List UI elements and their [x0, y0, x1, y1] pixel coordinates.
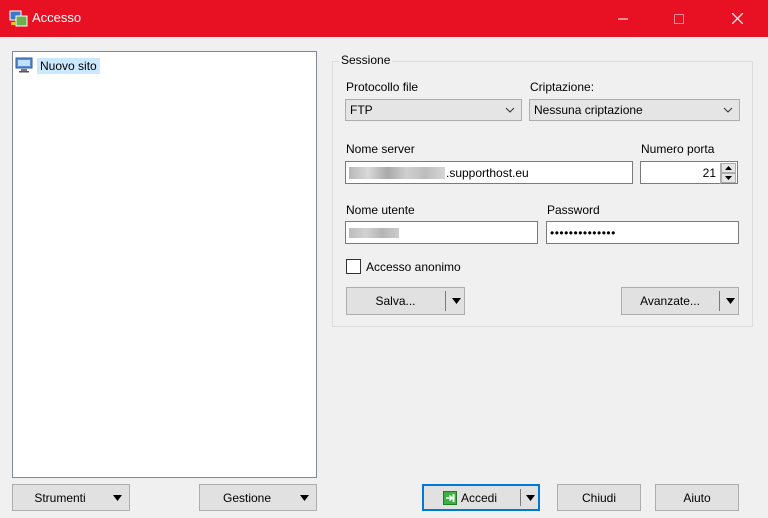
- help-button-label: Aiuto: [683, 490, 711, 505]
- anonymous-checkbox[interactable]: [346, 259, 361, 274]
- login-icon: [442, 490, 457, 505]
- minimize-button[interactable]: [600, 0, 646, 37]
- protocol-label: Protocollo file: [346, 80, 419, 94]
- computer-monitor-icon: [15, 57, 33, 76]
- server-label: Nome server: [346, 142, 415, 156]
- password-input[interactable]: ••••••••••••••: [546, 221, 739, 244]
- advanced-button-label: Avanzate...: [640, 294, 700, 308]
- username-input[interactable]: [345, 221, 538, 244]
- server-input[interactable]: .supporthost.eu: [345, 161, 633, 184]
- caret-down-icon: [109, 485, 125, 510]
- site-tree[interactable]: Nuovo sito: [12, 51, 317, 478]
- encryption-value: Nessuna criptazione: [534, 103, 643, 117]
- caret-down-icon[interactable]: [722, 288, 738, 314]
- tree-item-nuovo-sito[interactable]: Nuovo sito: [15, 57, 100, 75]
- manage-button-label: Gestione: [222, 490, 272, 505]
- protocol-value: FTP: [350, 103, 373, 117]
- login-button[interactable]: Accedi: [422, 484, 540, 511]
- close-button[interactable]: [714, 0, 760, 37]
- manage-button[interactable]: Gestione: [199, 484, 317, 511]
- advanced-button[interactable]: Avanzate...: [621, 287, 739, 315]
- save-button[interactable]: Salva...: [346, 287, 465, 315]
- tools-button[interactable]: Strumenti: [12, 484, 130, 511]
- port-spinner[interactable]: [720, 163, 736, 184]
- save-button-label: Salva...: [375, 294, 416, 308]
- close-icon: [731, 13, 743, 24]
- maximize-button[interactable]: [656, 0, 702, 37]
- tools-button-label: Strumenti: [34, 490, 86, 505]
- title-bar: Accesso: [0, 0, 768, 37]
- winscp-icon: [9, 9, 29, 29]
- spin-up-icon[interactable]: [721, 163, 736, 173]
- close-dialog-button[interactable]: Chiudi: [557, 484, 641, 511]
- encryption-label: Criptazione:: [530, 80, 595, 94]
- protocol-select[interactable]: FTP: [345, 99, 522, 121]
- encryption-select[interactable]: Nessuna criptazione: [529, 99, 740, 121]
- port-label: Numero porta: [641, 142, 715, 156]
- port-value: 21: [702, 165, 716, 180]
- window-title: Accesso: [32, 10, 82, 25]
- close-button-label: Chiudi: [581, 490, 617, 505]
- caret-down-icon[interactable]: [522, 486, 538, 509]
- chevron-down-icon: [723, 107, 733, 113]
- maximize-icon: [674, 13, 684, 24]
- minimize-icon: [618, 18, 628, 19]
- password-label: Password: [547, 203, 600, 217]
- spin-down-icon[interactable]: [721, 173, 736, 183]
- redacted-text: [349, 166, 445, 179]
- help-button[interactable]: Aiuto: [655, 484, 739, 511]
- caret-down-icon[interactable]: [448, 288, 464, 314]
- anonymous-label: Accesso anonimo: [366, 260, 461, 274]
- tree-item-label: Nuovo sito: [37, 58, 100, 74]
- chevron-down-icon: [505, 107, 515, 113]
- session-group-label: Sessione: [339, 53, 393, 67]
- redacted-text: [349, 227, 399, 238]
- username-label: Nome utente: [346, 203, 415, 217]
- caret-down-icon: [296, 485, 312, 510]
- server-value-suffix: .supporthost.eu: [446, 165, 529, 180]
- login-button-label: Accedi: [460, 490, 498, 505]
- password-masked-value: ••••••••••••••: [550, 225, 616, 240]
